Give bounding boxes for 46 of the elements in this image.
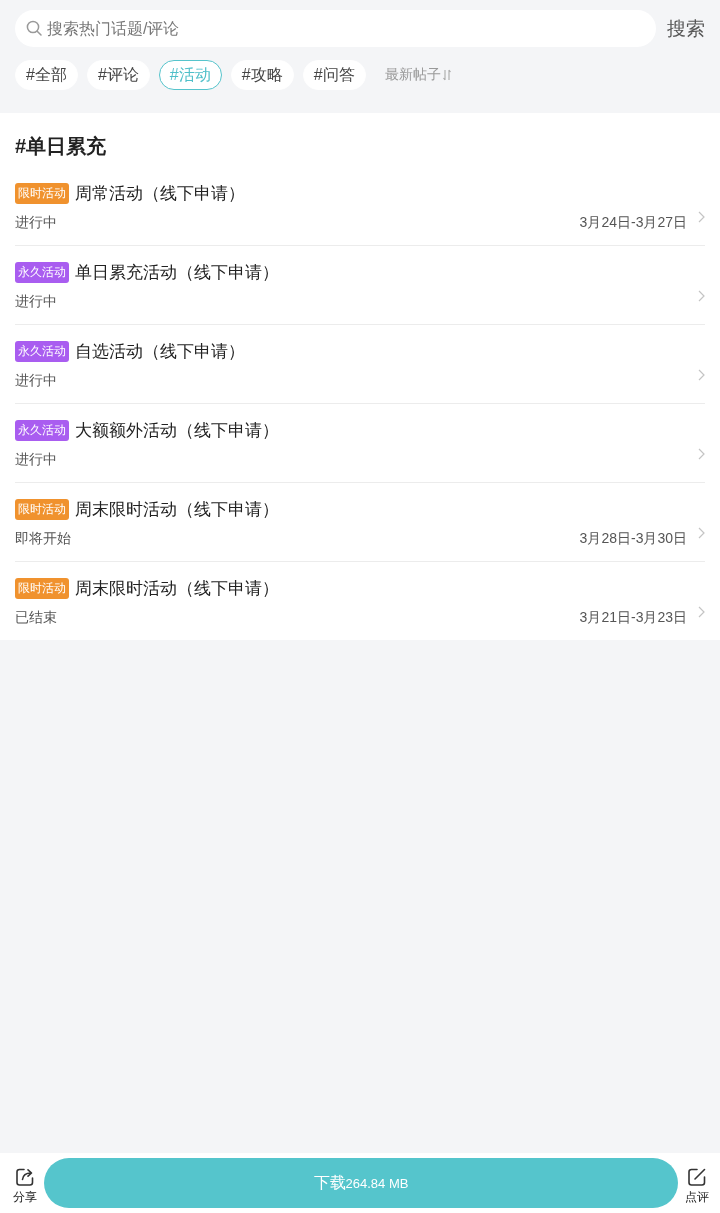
search-button[interactable]: 搜索: [667, 15, 705, 42]
activity-item[interactable]: 永久活动 单日累充活动（线下申请） 进行中: [15, 246, 705, 325]
activity-item[interactable]: 永久活动 自选活动（线下申请） 进行中: [15, 325, 705, 404]
activity-tag: 限时活动: [15, 182, 69, 204]
activity-tag: 永久活动: [15, 261, 69, 283]
sort-icon: [442, 69, 451, 81]
activity-tag: 永久活动: [15, 419, 69, 441]
activity-item[interactable]: 永久活动 大额额外活动（线下申请） 进行中: [15, 404, 705, 483]
activity-status: 进行中: [15, 371, 57, 390]
activity-item[interactable]: 限时活动 周常活动（线下申请） 进行中 3月24日-3月27日: [15, 167, 705, 246]
activity-status: 已结束: [15, 608, 57, 627]
chevron-right-icon: [698, 527, 705, 539]
review-button[interactable]: 点评: [682, 1166, 712, 1206]
activity-title: 大额额外活动（线下申请）: [75, 419, 279, 442]
share-icon: [15, 1166, 35, 1187]
chevron-right-icon: [698, 369, 705, 381]
activity-item[interactable]: 限时活动 周末限时活动（线下申请） 已结束 3月21日-3月23日: [15, 562, 705, 640]
chevron-right-icon: [698, 448, 705, 460]
filter-tab[interactable]: #问答: [302, 60, 366, 90]
activity-status: 进行中: [15, 450, 57, 469]
search-field[interactable]: 搜索热门话题/评论: [15, 10, 656, 47]
activity-status: 即将开始: [15, 529, 71, 548]
activity-title: 单日累充活动（线下申请）: [75, 261, 279, 284]
activity-status: 进行中: [15, 292, 57, 311]
activity-tag: 永久活动: [15, 340, 69, 362]
activity-tag: 限时活动: [15, 498, 69, 520]
activity-title: 周末限时活动（线下申请）: [75, 577, 279, 600]
filter-tab[interactable]: #攻略: [230, 60, 294, 90]
filter-tab[interactable]: #全部: [15, 60, 78, 90]
activity-item[interactable]: 限时活动 周末限时活动（线下申请） 即将开始 3月28日-3月30日: [15, 483, 705, 562]
activity-date: 3月28日-3月30日: [579, 529, 687, 548]
activity-date: 3月21日-3月23日: [579, 608, 687, 627]
activity-status: 进行中: [15, 213, 57, 232]
filter-tab[interactable]: #评论: [86, 60, 150, 90]
chevron-right-icon: [698, 606, 705, 618]
section-title: #单日累充: [15, 134, 108, 159]
search-icon: [26, 20, 42, 36]
edit-icon: [687, 1166, 707, 1187]
chevron-right-icon: [698, 290, 705, 302]
activity-tag: 限时活动: [15, 577, 69, 599]
activity-date: 3月24日-3月27日: [579, 213, 687, 232]
share-button[interactable]: 分享: [10, 1166, 40, 1206]
activity-title: 自选活动（线下申请）: [75, 340, 245, 363]
activity-title: 周末限时活动（线下申请）: [75, 498, 279, 521]
chevron-right-icon: [698, 211, 705, 223]
activity-title: 周常活动（线下申请）: [75, 182, 245, 205]
